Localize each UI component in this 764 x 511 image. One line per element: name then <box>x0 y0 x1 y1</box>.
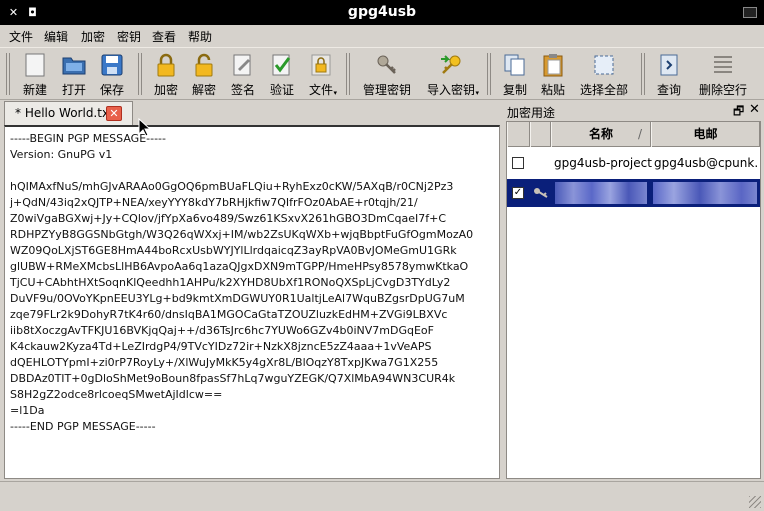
save-button[interactable]: 保存 <box>93 51 131 99</box>
editor-line: S8H2gZ2odce8rlcoeqSMwetAjIdlcw== <box>10 388 223 401</box>
redaction-blur <box>555 182 647 204</box>
decrypt-button[interactable]: 解密 <box>186 51 222 99</box>
editor-tab-bar: * Hello World.txt ✕ <box>4 101 500 125</box>
editor-line: -----END PGP MESSAGE----- <box>10 420 156 433</box>
delete-empty-lines-button[interactable]: 删除空行 <box>692 51 754 99</box>
chevron-down-icon: ▾ <box>475 89 479 97</box>
verify-button[interactable]: 验证 <box>264 51 300 99</box>
menu-bar: 文件 编辑 加密 密钥 查看 帮助 <box>0 25 764 47</box>
editor-line: iib8tXoczgAvTFKJU16BVKjqQaj++/d36TsJrc6h… <box>10 324 434 337</box>
editor-line: =l1Da <box>10 404 45 417</box>
select-all-button[interactable]: 选择全部 <box>575 51 633 99</box>
chevron-down-icon: ▾ <box>333 89 337 97</box>
editor-line: WZ09QoLXjST6GE8HmA44boRcxUsbWYJYlLlrdqai… <box>10 244 457 257</box>
column-name[interactable]: 名称 / <box>551 122 651 147</box>
column-checkbox[interactable] <box>507 122 530 147</box>
import-key-icon <box>441 55 461 74</box>
key-list: 名称 / 电邮 gpg4usb-project gpg4usb@cpunk.… … <box>506 121 761 479</box>
menu-help[interactable]: 帮助 <box>188 28 212 45</box>
tab-close-icon[interactable]: ✕ <box>106 106 122 121</box>
copy-icon <box>504 54 525 76</box>
import-key-button[interactable]: 导入密钥 ▾ <box>421 51 481 99</box>
key-panel-header: 加密用途 🗗 ✕ <box>504 101 764 121</box>
key-panel-title: 加密用途 <box>507 106 556 120</box>
verify-check-icon <box>272 54 291 76</box>
open-folder-icon <box>62 57 86 75</box>
window-minimize-icon[interactable] <box>743 7 757 18</box>
status-bar <box>0 481 764 511</box>
lock-open-icon <box>195 53 213 77</box>
window-title: gpg4usb <box>347 4 417 20</box>
mouse-cursor-icon <box>138 118 152 137</box>
toolbar-grip[interactable] <box>487 53 491 95</box>
sort-indicator-icon: / <box>637 127 642 141</box>
key-pair-icon <box>534 188 548 198</box>
key-checkbox[interactable] <box>512 157 524 169</box>
find-button[interactable]: 查询 <box>651 51 687 99</box>
editor-line: DuVF9u/0OVoYKpnEEU3YLg+bd9kmtXmDGWUY0R1U… <box>10 292 465 305</box>
menu-crypt[interactable]: 加密 <box>81 28 105 45</box>
sign-button[interactable]: 签名 <box>225 51 261 99</box>
float-panel-icon[interactable]: 🗗 <box>733 102 744 123</box>
toolbar-grip[interactable] <box>6 53 10 95</box>
text-editor[interactable]: -----BEGIN PGP MESSAGE----- Version: Gnu… <box>4 125 500 479</box>
menu-keys[interactable]: 密钥 <box>117 28 141 45</box>
menu-file[interactable]: 文件 <box>9 28 33 45</box>
lock-closed-icon <box>157 53 175 77</box>
select-all-icon <box>594 55 614 75</box>
close-panel-icon[interactable]: ✕ <box>749 102 760 117</box>
toolbar-grip[interactable] <box>641 53 645 95</box>
encrypt-button[interactable]: 加密 <box>148 51 184 99</box>
editor-line: hQIMAxfNuS/mhGJvARAAo0GgOQ6pmBUaFLQiu+Ry… <box>10 180 454 193</box>
copy-button[interactable]: 复制 <box>497 51 533 99</box>
paste-button[interactable]: 粘贴 <box>535 51 571 99</box>
key-list-header: 名称 / 电邮 <box>507 122 760 147</box>
editor-line: j+QdN/43iq2xQJTP+NEA/xeyYYY8kdY7bRHjkfiw… <box>10 196 418 209</box>
find-icon <box>660 54 678 76</box>
column-email[interactable]: 电邮 <box>651 122 760 147</box>
menu-view[interactable]: 查看 <box>152 28 176 45</box>
editor-line: RDHPZYyB8GGSNbGtgh/W3Q26qWXxj+IM/wb2ZsUK… <box>10 228 474 241</box>
tab-label: * Hello World.txt <box>15 106 114 120</box>
new-file-icon <box>25 53 45 77</box>
toolbar-grip[interactable] <box>138 53 142 95</box>
save-disk-icon <box>101 54 123 76</box>
key-email: gpg4usb@cpunk.… <box>654 156 758 170</box>
key-row-selected[interactable]: ✓ <box>507 179 760 207</box>
redaction-blur <box>653 182 757 204</box>
editor-line: K4ckauw2Kyza4Td+LeZIrdgP4/9TVcYIDz72ir+N… <box>10 340 432 353</box>
toolbar: 新建 打开 保存 加密 解密 签名 验证 文件 ▾ 管理密钥 导入密钥 ▾ 复制… <box>0 47 764 100</box>
toolbar-grip[interactable] <box>346 53 350 95</box>
file-lock-icon <box>311 54 331 76</box>
key-row[interactable]: gpg4usb-project gpg4usb@cpunk.… <box>507 149 760 177</box>
key-checkbox[interactable]: ✓ <box>512 187 524 199</box>
manage-keys-button[interactable]: 管理密钥 <box>357 51 417 99</box>
editor-line: glUBW+RMeXMcbsLlHB6AvpoAa6q1azaQJgxDXN9m… <box>10 260 469 273</box>
title-bar: ✕ ◘ gpg4usb <box>0 0 764 25</box>
delete-lines-icon <box>714 56 732 73</box>
editor-line: Version: GnuPG v1 <box>10 148 113 161</box>
column-type[interactable] <box>530 122 551 147</box>
open-button[interactable]: 打开 <box>55 51 93 99</box>
file-menu-button[interactable]: 文件 ▾ <box>303 51 339 99</box>
editor-line: zqe79FLr2k9DohyR7tK4r60/dnsIqBA1MGOCaGta… <box>10 308 448 321</box>
key-name: gpg4usb-project <box>554 156 652 170</box>
editor-line: TjCU+CAbhtHXtSoqnKlQeedhh1AHPu/k2XYHD8Ub… <box>10 276 451 289</box>
resize-grip-icon[interactable] <box>749 496 761 508</box>
tab-hello-world[interactable]: * Hello World.txt ✕ <box>4 101 133 125</box>
keys-icon <box>377 55 396 74</box>
new-button[interactable]: 新建 <box>16 51 54 99</box>
menu-edit[interactable]: 编辑 <box>44 28 68 45</box>
editor-line: Z0wiVgaBGXwj+Jy+CQlov/jfYpXa6vo489/Swz61… <box>10 212 447 225</box>
paste-clipboard-icon <box>543 54 563 77</box>
editor-line: dQEHLOTYpmI+zi0rP7RoyLy+/XlWuJyMkK5y4gXr… <box>10 356 439 369</box>
sign-document-icon <box>233 54 251 76</box>
editor-line: DBDAz0TIT+0gDloShMet9oBoun8fpasSf7hLq7wg… <box>10 372 456 385</box>
